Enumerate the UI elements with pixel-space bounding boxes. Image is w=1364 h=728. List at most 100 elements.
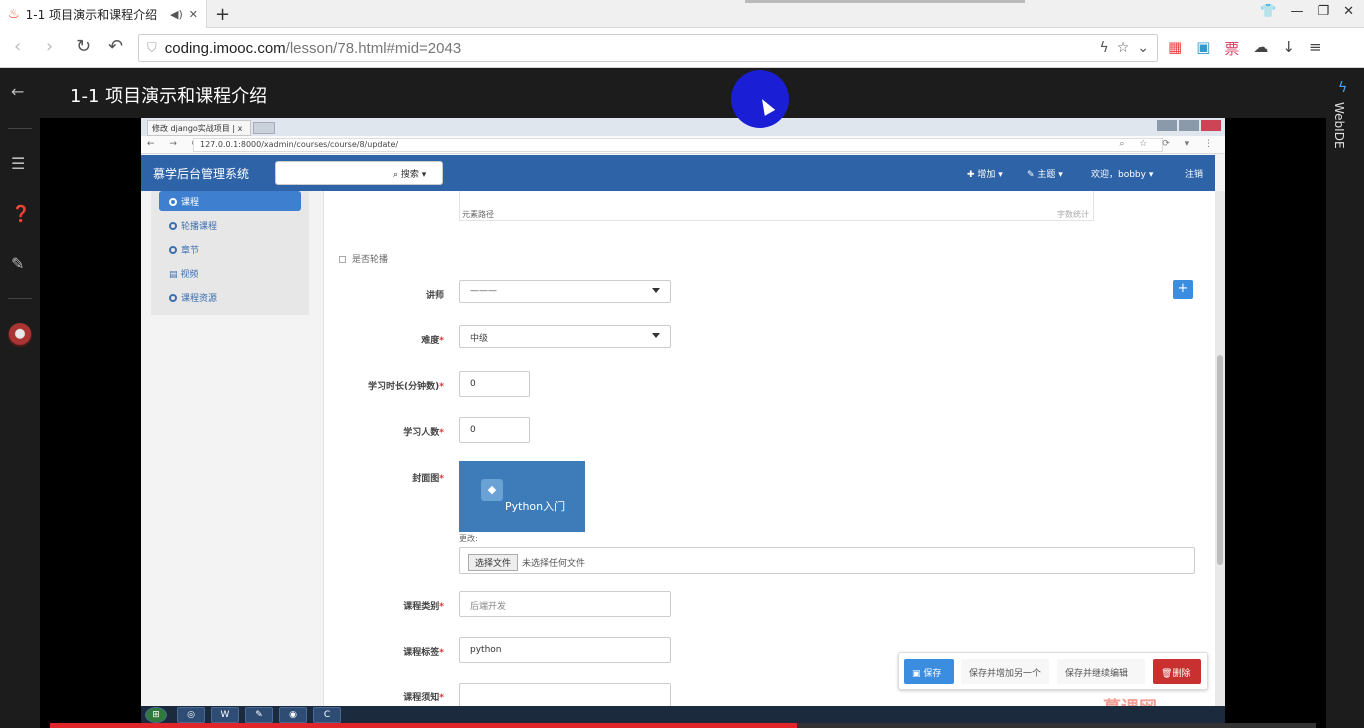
sidebar-item-chapter: 章节 — [159, 239, 301, 259]
circle-icon — [169, 246, 177, 254]
delete-button: 🗑删除 — [1153, 659, 1201, 684]
url-host: coding.imooc.com — [164, 39, 286, 57]
url-text[interactable]: coding.imooc.com/lesson/78.html#mid=2043 — [165, 40, 1092, 57]
element-path: 元素路径 — [462, 210, 494, 219]
close-window-icon[interactable]: ✕ — [1343, 4, 1354, 19]
inner-window-controls — [1157, 120, 1221, 131]
back-icon[interactable]: ‹ — [14, 36, 21, 57]
dropdown-icon[interactable]: ⌄ — [1137, 40, 1149, 56]
undo-close-icon[interactable]: ↶ — [108, 36, 123, 57]
floppy-icon: ▣ — [912, 669, 924, 679]
star-icon[interactable]: ☆ — [1117, 40, 1130, 56]
word-count: 字数统计 — [1057, 210, 1089, 219]
url-field[interactable]: ⛉ coding.imooc.com/lesson/78.html#mid=20… — [138, 34, 1158, 62]
video-progress-bar[interactable] — [50, 723, 1316, 728]
lightning-icon[interactable]: ϟ — [1099, 40, 1108, 56]
address-toolbar: ‹ › ↻ ↶ ⛉ coding.imooc.com/lesson/78.htm… — [0, 28, 1364, 68]
tag-label: 课程标签* — [403, 648, 444, 658]
shield-icon: ⛉ — [147, 40, 157, 56]
film-icon: ▤ — [169, 270, 181, 280]
sidebar-item-resource: 课程资源 — [159, 287, 301, 307]
new-tab-button[interactable]: + — [215, 4, 230, 25]
students-input: 0 — [459, 417, 530, 443]
taskbar-app-icon: ✎ — [245, 707, 273, 723]
theme-menu: ✎ 主题 ▾ — [1027, 170, 1063, 180]
python-logo-icon: ◆ — [481, 479, 503, 501]
search-button: ⌕ 搜索 ▾ — [389, 161, 443, 185]
learn-times-input: 0 — [459, 371, 530, 397]
add-teacher-button: + — [1173, 280, 1193, 299]
tab-close-icon[interactable]: ✕ — [189, 8, 198, 21]
ticket-icon[interactable]: 票 — [1224, 38, 1239, 59]
back-arrow-icon[interactable]: ← — [11, 82, 24, 101]
extension-icons: ▦ ▣ 票 ☁ ↓ ≡ — [1168, 38, 1322, 59]
imooc-favicon-icon: ♨ — [8, 6, 20, 22]
start-button: ⊞ — [145, 707, 167, 723]
player-header: 1-1 项目演示和课程介绍 — [40, 68, 1326, 118]
menu-icon[interactable]: ≡ — [1309, 38, 1322, 59]
save-continue-button: 保存并继续编辑 — [1057, 659, 1145, 684]
chrome-icon: ◉ — [279, 707, 307, 723]
logout-link: 注销 — [1185, 170, 1204, 180]
circle-icon — [169, 198, 177, 206]
speaker-icon[interactable]: ◀) — [170, 8, 183, 21]
webide-icon[interactable]: ϟ — [1338, 80, 1347, 96]
screenshot-icon[interactable]: ▣ — [1196, 38, 1210, 59]
choose-file-button: 选择文件 — [468, 554, 519, 571]
scroll-thumb — [1217, 355, 1223, 565]
download-icon[interactable]: ↓ — [1282, 38, 1295, 59]
inner-address-bar: ← → C 127.0.0.1:8000/xadmin/courses/cour… — [141, 136, 1225, 154]
inner-taskbar: ⊞ ◎ W ✎ ◉ C — [141, 706, 1225, 724]
xadmin-sidebar: 课程 轮播课程 章节 ▤ 视频 课程资源 — [151, 191, 309, 315]
reload-icon[interactable]: ↻ — [76, 36, 91, 57]
inner-toolbar-icons: ⌕ ☆ ⟳ ▾ ⋮ — [1119, 139, 1219, 149]
avatar[interactable] — [8, 323, 32, 347]
caret-down-icon — [652, 288, 660, 293]
course-edit-form: 元素路径 字数统计 是否轮播 讲师 ——— + 难度* 中级 学习时长(分钟数)… — [323, 191, 1215, 724]
pycharm-icon: C — [313, 707, 341, 723]
player-right-rail: ϟ WebIDE — [1326, 68, 1364, 728]
page-title: 1-1 项目演示和课程介绍 — [70, 86, 268, 107]
trash-icon: 🗑 — [1161, 669, 1173, 679]
webide-label[interactable]: WebIDE — [1332, 102, 1346, 149]
save-add-button: 保存并增加另一个 — [961, 659, 1049, 684]
add-menu: ✚ 增加 ▾ — [967, 170, 1003, 180]
drag-area-indicator — [745, 0, 1025, 3]
browser-tab[interactable]: ♨ 1-1 项目演示和课程介绍 ◀) ✕ — [0, 0, 207, 28]
category-input: 后端开发 — [459, 591, 671, 617]
divider — [8, 128, 32, 129]
shirt-icon[interactable]: 👕 — [1260, 4, 1276, 19]
sidebar-item-banner-course: 轮播课程 — [159, 215, 301, 235]
sidebar-item-label: 视频 — [180, 270, 199, 280]
degree-value: 中级 — [470, 334, 489, 344]
is-banner-checkbox: 是否轮播 — [339, 252, 388, 265]
form-actions: ▣ 保存 保存并增加另一个 保存并继续编辑 🗑删除 — [898, 652, 1208, 690]
forward-icon[interactable]: › — [46, 36, 53, 57]
minimize-icon[interactable]: — — [1290, 4, 1303, 19]
url-path: /lesson/78.html#mid=2043 — [285, 39, 462, 57]
apps-icon[interactable]: ▦ — [1168, 38, 1182, 59]
file-input: 选择文件 未选择任何文件 — [459, 547, 1195, 574]
checkbox-icon — [339, 256, 346, 263]
sidebar-item-label: 轮播课程 — [181, 222, 218, 232]
caret-down-icon — [652, 333, 660, 338]
question-icon[interactable]: ❓ — [11, 204, 31, 223]
save-button: ▣ 保存 — [904, 659, 954, 684]
video-frame[interactable]: 修改 django实战项目 | x ← → C 127.0.0.1:8000/x… — [141, 118, 1225, 724]
learn-times-label: 学习时长(分钟数)* — [368, 382, 444, 392]
cloud-icon[interactable]: ☁ — [1253, 38, 1268, 59]
teacher-label: 讲师 — [425, 291, 444, 301]
taskbar-app-icon: W — [211, 707, 239, 723]
change-text: 更改: — [459, 534, 478, 543]
image-label: 封面图* — [412, 474, 444, 484]
no-file-text: 未选择任何文件 — [522, 559, 586, 569]
circle-icon — [169, 294, 177, 302]
circle-icon — [169, 222, 177, 230]
degree-select: 中级 — [459, 325, 671, 348]
inner-tab-2 — [253, 122, 275, 134]
pen-icon[interactable]: ✎ — [11, 254, 24, 273]
browser-tab-strip: ♨ 1-1 项目演示和课程介绍 ◀) ✕ + 👕 — ❐ ✕ — [0, 0, 1364, 28]
sidebar-item-label: 课程 — [181, 198, 200, 208]
maximize-icon[interactable]: ❐ — [1317, 4, 1329, 19]
list-icon[interactable]: ☰ — [11, 154, 25, 173]
